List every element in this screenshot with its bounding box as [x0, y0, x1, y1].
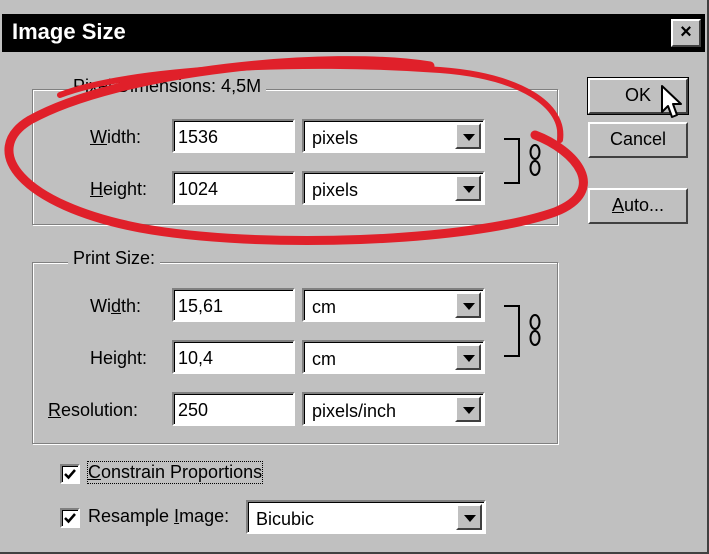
pixel-height-input[interactable]: 1024 [172, 171, 295, 205]
print-height-input[interactable]: 10,4 [172, 340, 295, 374]
print-size-legend: Print Size: [68, 248, 161, 269]
constrain-proportions-label[interactable]: Constrain Proportions [86, 461, 264, 484]
resample-method-value: Bicubic [256, 509, 315, 529]
chain-link-icon [529, 144, 541, 176]
dropdown-arrow-icon[interactable] [455, 344, 481, 370]
resolution-unit-value: pixels/inch [312, 401, 397, 421]
resample-image-label[interactable]: Resample Image: [88, 506, 229, 527]
cancel-button[interactable]: Cancel [588, 122, 688, 158]
resolution-label: Resolution: [48, 400, 139, 420]
title-bar: Image Size × [2, 14, 705, 52]
resample-method-select[interactable]: Bicubic [246, 500, 486, 534]
print-link-bracket [504, 305, 520, 357]
close-icon: × [680, 21, 692, 43]
resample-image-checkbox[interactable] [60, 508, 80, 528]
image-size-dialog: Image Size × Pixel Dimensions: 4,5M Widt… [0, 0, 709, 554]
print-width-unit-value: cm [312, 297, 336, 317]
constrain-proportions-checkbox[interactable] [60, 464, 80, 484]
resolution-input[interactable]: 250 [172, 392, 295, 426]
print-width-input[interactable]: 15,61 [172, 288, 295, 322]
print-height-label: Height: [90, 348, 148, 368]
checkmark-icon [64, 513, 76, 524]
dropdown-arrow-icon[interactable] [455, 123, 481, 149]
pixel-width-label: Width: [90, 127, 142, 147]
dropdown-arrow-icon[interactable] [455, 396, 481, 422]
auto-button[interactable]: Auto... [588, 188, 688, 224]
pixel-width-unit-value: pixels [312, 128, 359, 148]
resolution-unit-select[interactable]: pixels/inch [302, 392, 485, 426]
print-width-unit-select[interactable]: cm [302, 288, 485, 322]
print-height-unit-value: cm [312, 349, 336, 369]
dropdown-arrow-icon[interactable] [456, 504, 482, 530]
pixel-width-unit-select[interactable]: pixels [302, 119, 485, 153]
pixel-dimensions-legend: Pixel Dimensions: 4,5M [68, 76, 267, 97]
pixel-link-bracket [504, 138, 520, 184]
window-title: Image Size [12, 19, 126, 44]
pixel-width-input[interactable]: 1536 [172, 119, 295, 153]
pixel-height-unit-value: pixels [312, 180, 359, 200]
close-button[interactable]: × [671, 19, 701, 47]
dropdown-arrow-icon[interactable] [455, 175, 481, 201]
chain-link-icon [529, 314, 541, 346]
pixel-height-label: Height: [90, 179, 148, 199]
print-width-label: Width: [90, 296, 142, 316]
pixel-height-unit-select[interactable]: pixels [302, 171, 485, 205]
print-height-unit-select[interactable]: cm [302, 340, 485, 374]
mouse-pointer-icon [661, 85, 682, 118]
checkmark-icon [64, 469, 76, 480]
dropdown-arrow-icon[interactable] [455, 292, 481, 318]
